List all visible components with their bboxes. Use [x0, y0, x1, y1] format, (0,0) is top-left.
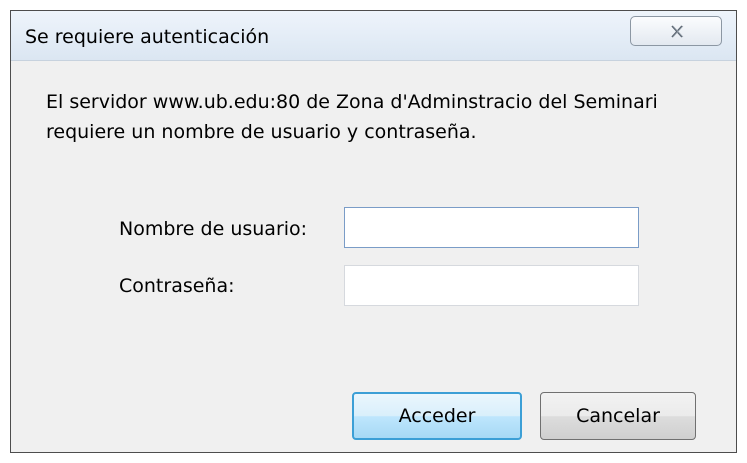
close-icon — [671, 25, 684, 38]
password-input[interactable] — [344, 265, 639, 306]
password-label: Contraseña: — [119, 275, 235, 297]
screenshot-frame: Se requiere autenticación El servidor ww… — [0, 0, 747, 463]
username-input[interactable] — [344, 207, 639, 248]
dialog-title: Se requiere autenticación — [25, 26, 270, 48]
auth-dialog: Se requiere autenticación El servidor ww… — [10, 10, 737, 453]
username-label: Nombre de usuario: — [119, 218, 308, 240]
cancel-button[interactable]: Cancelar — [540, 392, 696, 440]
accept-button[interactable]: Acceder — [352, 392, 522, 440]
auth-message: El servidor www.ub.edu:80 de Zona d'Admi… — [46, 91, 658, 143]
close-button[interactable] — [630, 16, 722, 46]
dialog-content: El servidor www.ub.edu:80 de Zona d'Admi… — [11, 61, 736, 452]
title-bar: Se requiere autenticación — [11, 11, 736, 61]
